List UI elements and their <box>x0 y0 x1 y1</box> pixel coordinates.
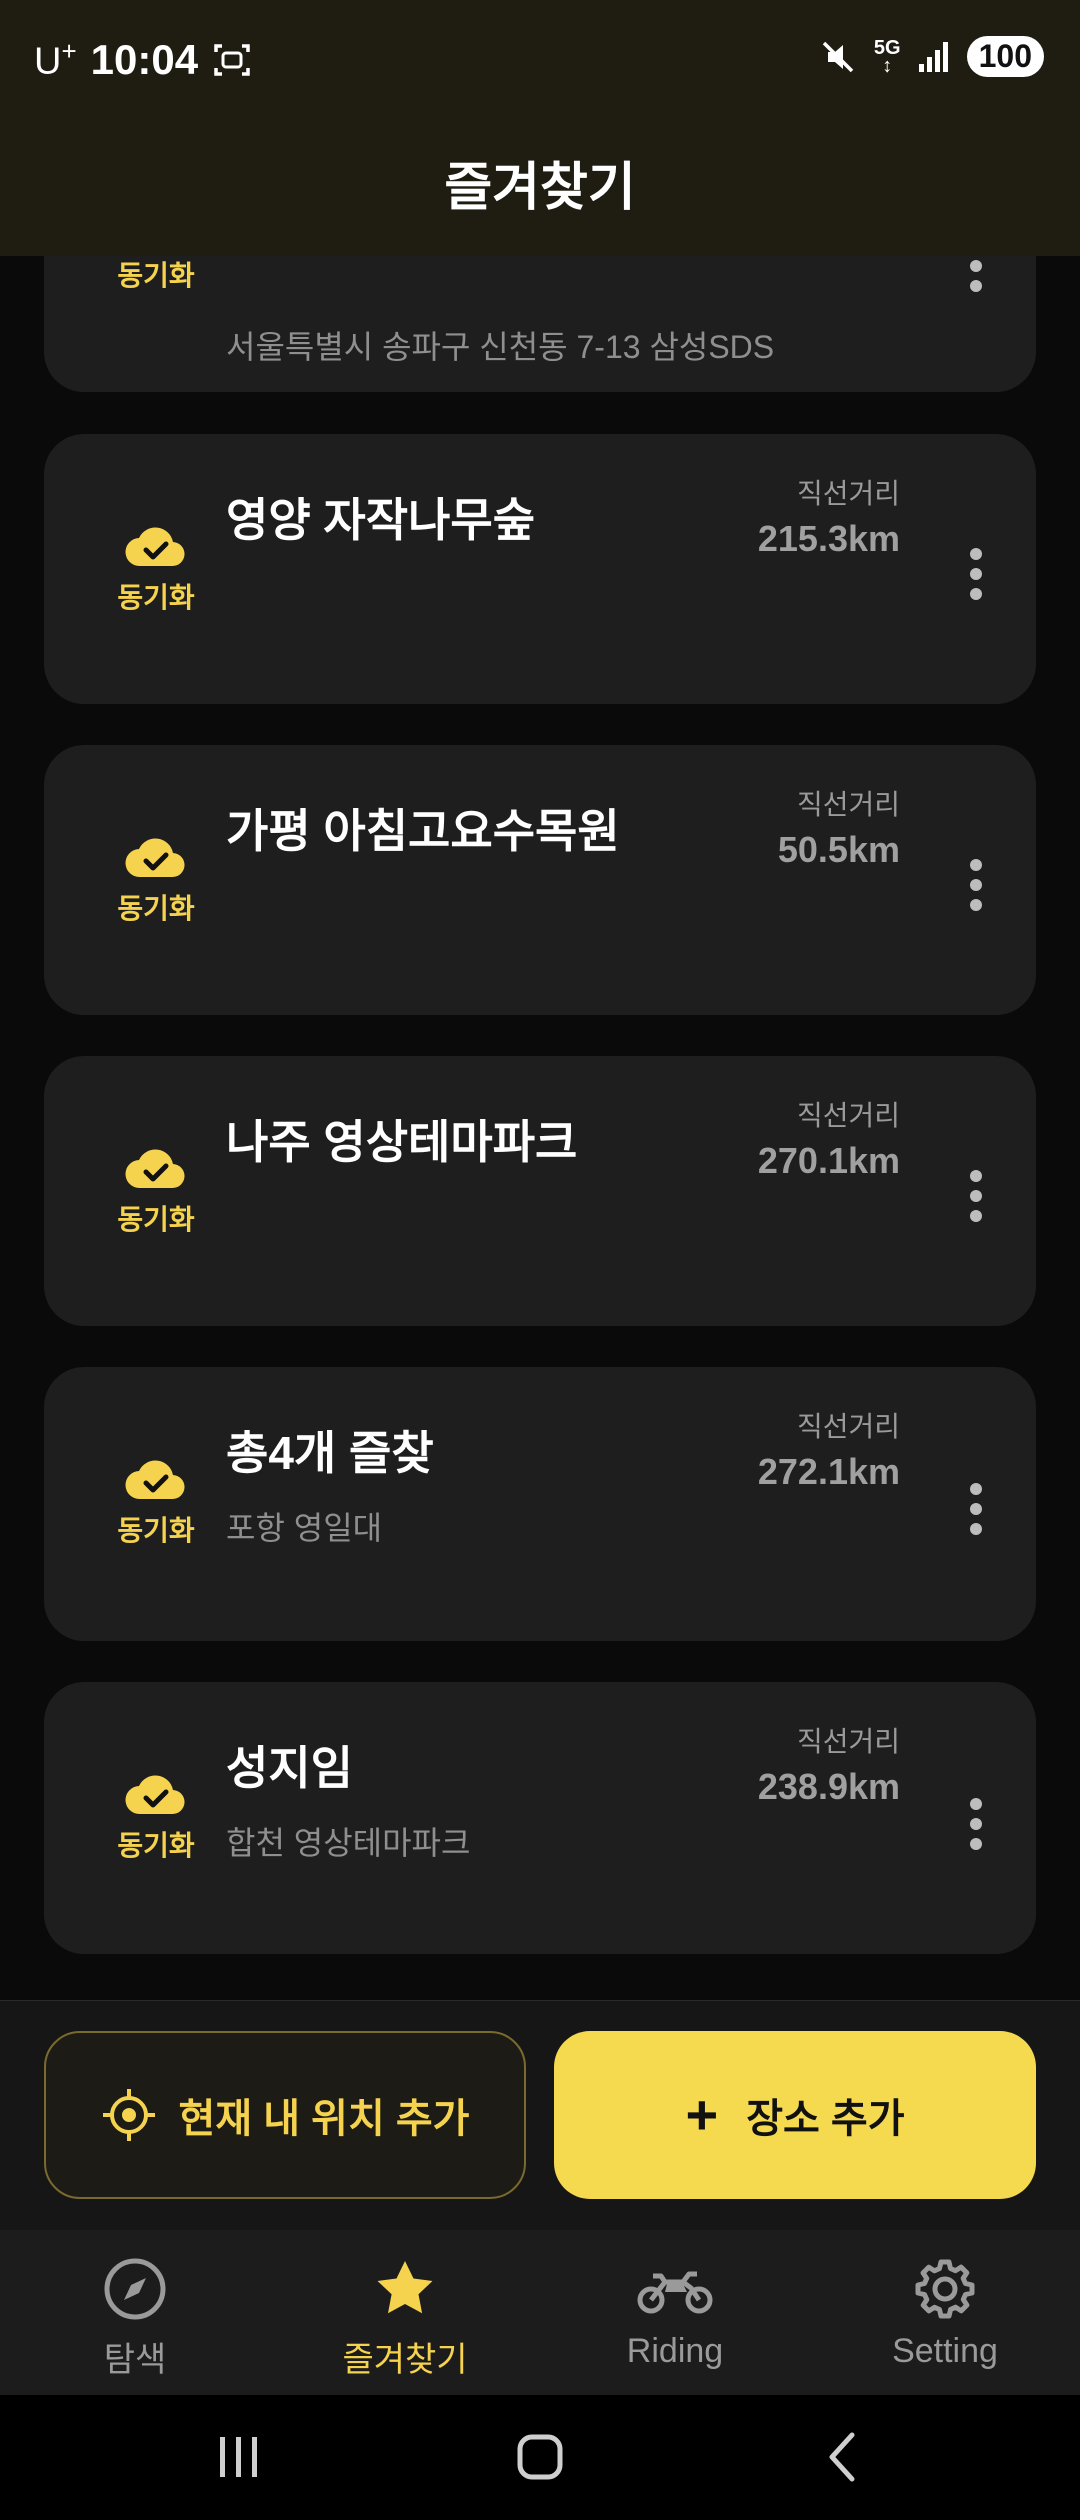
status-bar: U+ 10:04 5G ↕ 100 <box>0 0 1080 120</box>
distance-value: 270.1km <box>757 1140 900 1181</box>
back-button[interactable] <box>822 2429 862 2485</box>
signal-icon <box>918 41 948 72</box>
gear-icon <box>915 2259 975 2319</box>
sync-label: 동기화 <box>117 893 195 924</box>
distance: 직선거리 272.1km <box>758 1405 900 1493</box>
sync-label: 동기화 <box>117 260 195 291</box>
sync-label: 동기화 <box>117 582 195 613</box>
mute-icon <box>822 41 854 72</box>
sync-label: 동기화 <box>117 1204 195 1235</box>
favorite-address: 합천 영상테마파크 <box>226 1825 471 1861</box>
system-nav-bar <box>0 2395 1080 2520</box>
cloud-check-icon <box>125 838 185 878</box>
app-bar: 즐겨찾기 <box>0 120 1080 256</box>
network-indicator: 5G ↕ <box>873 36 901 77</box>
favorite-card[interactable]: 동기화 가평 아침고요수목원 직선거리 50.5km <box>44 745 1036 1015</box>
distance-label: 직선거리 <box>796 1411 900 1442</box>
sync-status: 동기화 <box>100 1144 212 1238</box>
nav-item-setting[interactable]: Setting <box>810 2230 1080 2395</box>
action-bar: 현재 내 위치 추가 + 장소 추가 <box>0 2000 1080 2230</box>
status-time: 10:04 <box>90 36 199 83</box>
sync-status: 동기화 <box>100 256 212 294</box>
distance: 직선거리 50.5km <box>778 783 900 871</box>
carrier-label: U+ <box>34 36 77 83</box>
more-options-button[interactable] <box>970 1170 984 1230</box>
favorite-card[interactable]: 동기화 나주 영상테마파크 직선거리 270.1km <box>44 1056 1036 1326</box>
favorite-address: 포항 영일대 <box>226 1510 383 1546</box>
distance-value: 238.9km <box>757 1766 900 1807</box>
home-button[interactable] <box>514 2429 568 2485</box>
cloud-check-icon <box>125 1775 185 1815</box>
nav-item-riding[interactable]: Riding <box>540 2230 810 2395</box>
distance-label: 직선거리 <box>796 1726 900 1757</box>
sync-status: 동기화 <box>100 1770 212 1864</box>
nav-item-explore[interactable]: 탐색 <box>0 2230 270 2395</box>
more-options-button[interactable] <box>970 859 984 919</box>
favorite-name: 성지임 <box>226 1742 353 1794</box>
favorite-card[interactable]: 동기화 영양 자작나무숲 직선거리 215.3km <box>44 434 1036 704</box>
cloud-check-icon <box>125 527 185 567</box>
distance: 직선거리 270.1km <box>758 1094 900 1182</box>
nav-label: Setting <box>892 2332 998 2370</box>
more-options-button[interactable] <box>970 1798 984 1858</box>
favorite-name: 영양 자작나무숲 <box>226 494 536 546</box>
distance-value: 50.5km <box>777 829 900 870</box>
distance: 직선거리 215.3km <box>758 472 900 560</box>
crosshair-icon <box>102 2089 155 2141</box>
distance-value: 272.1km <box>757 1451 900 1492</box>
add-current-location-button[interactable]: 현재 내 위치 추가 <box>44 2031 526 2199</box>
sync-label: 동기화 <box>117 1515 195 1546</box>
screen-capture-icon <box>214 44 250 76</box>
favorite-address: 서울특별시 송파구 신천동 7-13 삼성SDS <box>226 329 775 365</box>
distance-label: 직선거리 <box>796 789 900 820</box>
favorite-card[interactable]: 동기화 총4개 즐찾 포항 영일대 직선거리 272.1km <box>44 1367 1036 1641</box>
favorites-list[interactable]: 동기화 서울특별시 송파구 신천동 7-13 삼성SDS 동기화 영양 자작나무… <box>0 256 1080 2000</box>
add-place-label: 장소 추가 <box>746 2097 905 2141</box>
star-icon <box>377 2261 433 2314</box>
nav-label: Riding <box>626 2332 724 2370</box>
page-title: 즐겨찾기 <box>444 159 636 217</box>
favorite-name: 나주 영상테마파크 <box>226 1116 578 1168</box>
sync-status: 동기화 <box>100 833 212 927</box>
favorite-card[interactable]: 동기화 서울특별시 송파구 신천동 7-13 삼성SDS <box>44 256 1036 392</box>
distance-value: 215.3km <box>757 518 900 559</box>
motorcycle-icon <box>637 2271 713 2314</box>
battery-indicator: 100 <box>966 36 1044 77</box>
nav-label: 탐색 <box>103 2341 167 2379</box>
distance-label: 직선거리 <box>796 478 900 509</box>
sync-label: 동기화 <box>117 1830 195 1861</box>
favorite-name: 가평 아침고요수목원 <box>226 805 620 857</box>
more-options-button[interactable] <box>970 1483 984 1543</box>
sync-status: 동기화 <box>100 522 212 616</box>
favorite-card[interactable]: 동기화 성지임 합천 영상테마파크 직선거리 238.9km <box>44 1682 1036 1954</box>
add-current-location-label: 현재 내 위치 추가 <box>178 2097 470 2141</box>
compass-icon <box>104 2258 166 2320</box>
recent-apps-button[interactable] <box>214 2429 264 2485</box>
more-options-button[interactable] <box>970 548 984 608</box>
sync-status: 동기화 <box>100 1455 212 1549</box>
cloud-check-icon <box>125 1460 185 1500</box>
bottom-nav: 탐색 즐겨찾기 Riding Setting <box>0 2230 1080 2395</box>
distance: 직선거리 238.9km <box>758 1720 900 1808</box>
cloud-check-icon <box>125 1149 185 1189</box>
nav-item-favorites[interactable]: 즐겨찾기 <box>270 2230 540 2395</box>
add-place-button[interactable]: + 장소 추가 <box>554 2031 1036 2199</box>
more-options-button[interactable] <box>970 260 984 300</box>
distance-label: 직선거리 <box>796 1100 900 1131</box>
favorite-name: 총4개 즐찾 <box>226 1427 434 1479</box>
nav-label: 즐겨찾기 <box>342 2341 468 2379</box>
plus-icon: + <box>685 2083 719 2146</box>
